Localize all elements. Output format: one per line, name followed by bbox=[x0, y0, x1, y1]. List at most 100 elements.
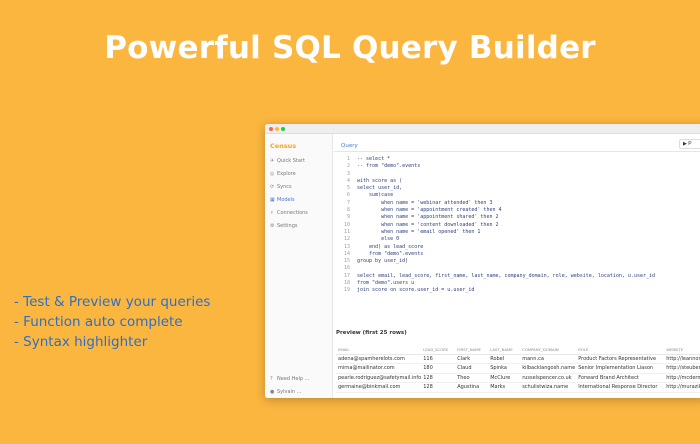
feature-item: - Test & Preview your queries bbox=[14, 294, 211, 310]
compass-icon: ◎ bbox=[270, 170, 275, 177]
table-cell: http://mcdermo bbox=[664, 373, 700, 383]
table-cell: Spinka bbox=[488, 363, 521, 374]
line-number: 18 bbox=[343, 280, 350, 287]
table-cell: Theo bbox=[455, 373, 489, 383]
feature-item: - Function auto complete bbox=[14, 314, 183, 330]
table-cell: Claud bbox=[455, 363, 489, 374]
line-number: 10 bbox=[343, 221, 350, 228]
table-row[interactable]: adena@spamherelots.com 116 Clark Robel mann.… bbox=[336, 354, 700, 364]
code-line: 8 when name = 'appointment created' then… bbox=[338, 207, 655, 214]
code-text: from "demo".users u bbox=[357, 280, 415, 287]
table-cell: 128 bbox=[421, 382, 456, 393]
column-header[interactable]: COMPANY_DOMAIN bbox=[520, 346, 577, 355]
code-text: when name = 'webinar attended' then 3 bbox=[357, 199, 493, 206]
tab-query[interactable]: Query bbox=[341, 143, 358, 149]
line-number: 3 bbox=[346, 170, 350, 177]
results-table: EMAIL LEAD_SCORE FIRST_NAME LAST_NAME CO… bbox=[336, 346, 700, 393]
preview-button-label: P bbox=[688, 141, 692, 147]
column-header[interactable]: WEBSITE bbox=[664, 346, 700, 355]
feature-list: - Test & Preview your queries - Function… bbox=[14, 292, 210, 352]
table-cell: germaine@binkmail.com bbox=[336, 382, 422, 393]
code-text: from "demo".events bbox=[357, 250, 424, 257]
column-header[interactable]: EMAIL bbox=[336, 346, 422, 355]
table-row[interactable]: mirna@mailinator.com 180 Claud Spinka kilbac… bbox=[336, 363, 700, 374]
table-cell: International Response Director bbox=[576, 382, 665, 393]
sidebar-item-syncs[interactable]: ⟳ Syncs bbox=[265, 180, 332, 193]
code-text: group by user_id) bbox=[357, 258, 409, 265]
code-line: 18 from "demo".users u bbox=[338, 280, 655, 287]
code-line: 11 when name = 'email opened' then 1 bbox=[338, 229, 655, 236]
code-text: select user_id, bbox=[357, 185, 403, 192]
line-number: 15 bbox=[343, 258, 350, 265]
headline: Powerful SQL Query Builder bbox=[104, 30, 596, 66]
code-text: sum(case bbox=[357, 192, 394, 199]
sidebar-item-help[interactable]: ? Need Help ... bbox=[265, 372, 332, 385]
table-cell: Robel bbox=[488, 354, 521, 364]
code-line: 12 else 0 bbox=[338, 236, 655, 243]
column-header[interactable]: LAST_NAME bbox=[488, 346, 521, 355]
code-line: 7 when name = 'webinar attended' then 3 bbox=[338, 200, 655, 207]
sidebar-item-models[interactable]: ▦ Models bbox=[265, 193, 332, 206]
sidebar-item-label: Models bbox=[277, 196, 295, 203]
code-text: end) as lead_score bbox=[357, 243, 424, 250]
play-icon: ▶ bbox=[683, 141, 687, 147]
minimize-window-button[interactable] bbox=[275, 127, 279, 131]
grid-icon: ▦ bbox=[270, 196, 275, 203]
table-cell: 180 bbox=[421, 363, 456, 374]
code-text: select email, lead_score, first_name, la… bbox=[357, 272, 656, 279]
table-cell: mann.ca bbox=[520, 354, 577, 364]
plug-icon: ⚡ bbox=[270, 209, 274, 216]
sql-editor[interactable]: 1 -- select * 2 -- from "demo".events 3 4 with… bbox=[338, 156, 655, 295]
table-cell: kilbacklangosh.name bbox=[520, 363, 577, 374]
user-icon: ● bbox=[270, 388, 275, 395]
sidebar-item-quick-start[interactable]: ✈ Quick Start bbox=[265, 154, 332, 167]
brand-logo[interactable]: Census bbox=[265, 134, 332, 154]
code-line: 13 end) as lead_score bbox=[338, 244, 655, 251]
sync-icon: ⟳ bbox=[270, 183, 275, 190]
column-header[interactable]: LEAD_SCORE bbox=[421, 346, 456, 355]
sidebar-item-settings[interactable]: ⚙ Settings bbox=[265, 219, 332, 232]
sidebar-item-connections[interactable]: ⚡ Connections bbox=[265, 206, 332, 219]
sidebar-item-explore[interactable]: ◎ Explore bbox=[265, 167, 332, 180]
sidebar-item-user[interactable]: ● Sylvain ... bbox=[265, 385, 332, 398]
code-text: -- from "demo".events bbox=[357, 163, 421, 170]
column-header[interactable]: FIRST_NAME bbox=[455, 346, 489, 355]
sidebar-item-label: Explore bbox=[277, 170, 296, 177]
sidebar-item-label: Quick Start bbox=[277, 157, 305, 164]
line-number: 16 bbox=[343, 265, 350, 272]
code-text: join score on score.user_id = u.user_id bbox=[357, 287, 475, 294]
column-header[interactable]: ROLE bbox=[576, 346, 665, 355]
table-cell: Clark bbox=[455, 354, 489, 364]
table-cell: pearle.rodriguez@safetymail.info bbox=[336, 373, 422, 383]
table-cell: 116 bbox=[421, 354, 456, 364]
line-number: 1 bbox=[346, 156, 350, 162]
code-text: when name = 'content downloaded' then 2 bbox=[357, 221, 499, 228]
line-number: 14 bbox=[343, 250, 350, 257]
sidebar-item-label: Connections bbox=[277, 209, 308, 216]
code-line: 9 when name = 'appointment shared' then … bbox=[338, 214, 655, 221]
table-cell: http://murazik bbox=[664, 382, 700, 393]
code-line: 1 -- select * bbox=[338, 156, 655, 163]
code-text: when name = 'appointment created' then 4 bbox=[357, 207, 502, 214]
table-row[interactable]: germaine@binkmail.com 128 Agustina Marks sch… bbox=[336, 382, 700, 393]
code-line: 16 bbox=[338, 265, 655, 272]
line-number: 7 bbox=[346, 199, 350, 206]
maximize-window-button[interactable] bbox=[281, 127, 285, 131]
sidebar-item-label: Need Help ... bbox=[277, 375, 310, 382]
table-body: adena@spamherelots.com 116 Clark Robel mann.… bbox=[336, 354, 700, 393]
code-line: 6 sum(case bbox=[338, 192, 655, 199]
line-number: 11 bbox=[343, 228, 350, 235]
line-number: 5 bbox=[346, 185, 350, 192]
table-cell: schulistwiza.name bbox=[520, 382, 577, 393]
table-cell: Forward Brand Architect bbox=[576, 373, 665, 383]
close-window-button[interactable] bbox=[269, 127, 273, 131]
code-line: 17 select email, lead_score, first_name, … bbox=[338, 273, 655, 280]
line-number: 12 bbox=[343, 236, 350, 243]
help-icon: ? bbox=[270, 375, 273, 382]
main-panel: Query ▶ P 1 -- select * 2 -- from "demo".ev… bbox=[334, 134, 700, 398]
main-topbar: Query ▶ P bbox=[334, 134, 700, 152]
preview-button[interactable]: ▶ P bbox=[679, 139, 700, 149]
app-window: Census ✈ Quick Start ◎ Explore ⟳ Syncs ▦… bbox=[265, 124, 700, 398]
line-number: 19 bbox=[343, 287, 350, 294]
table-row[interactable]: pearle.rodriguez@safetymail.info 128 Theo M… bbox=[336, 373, 700, 383]
